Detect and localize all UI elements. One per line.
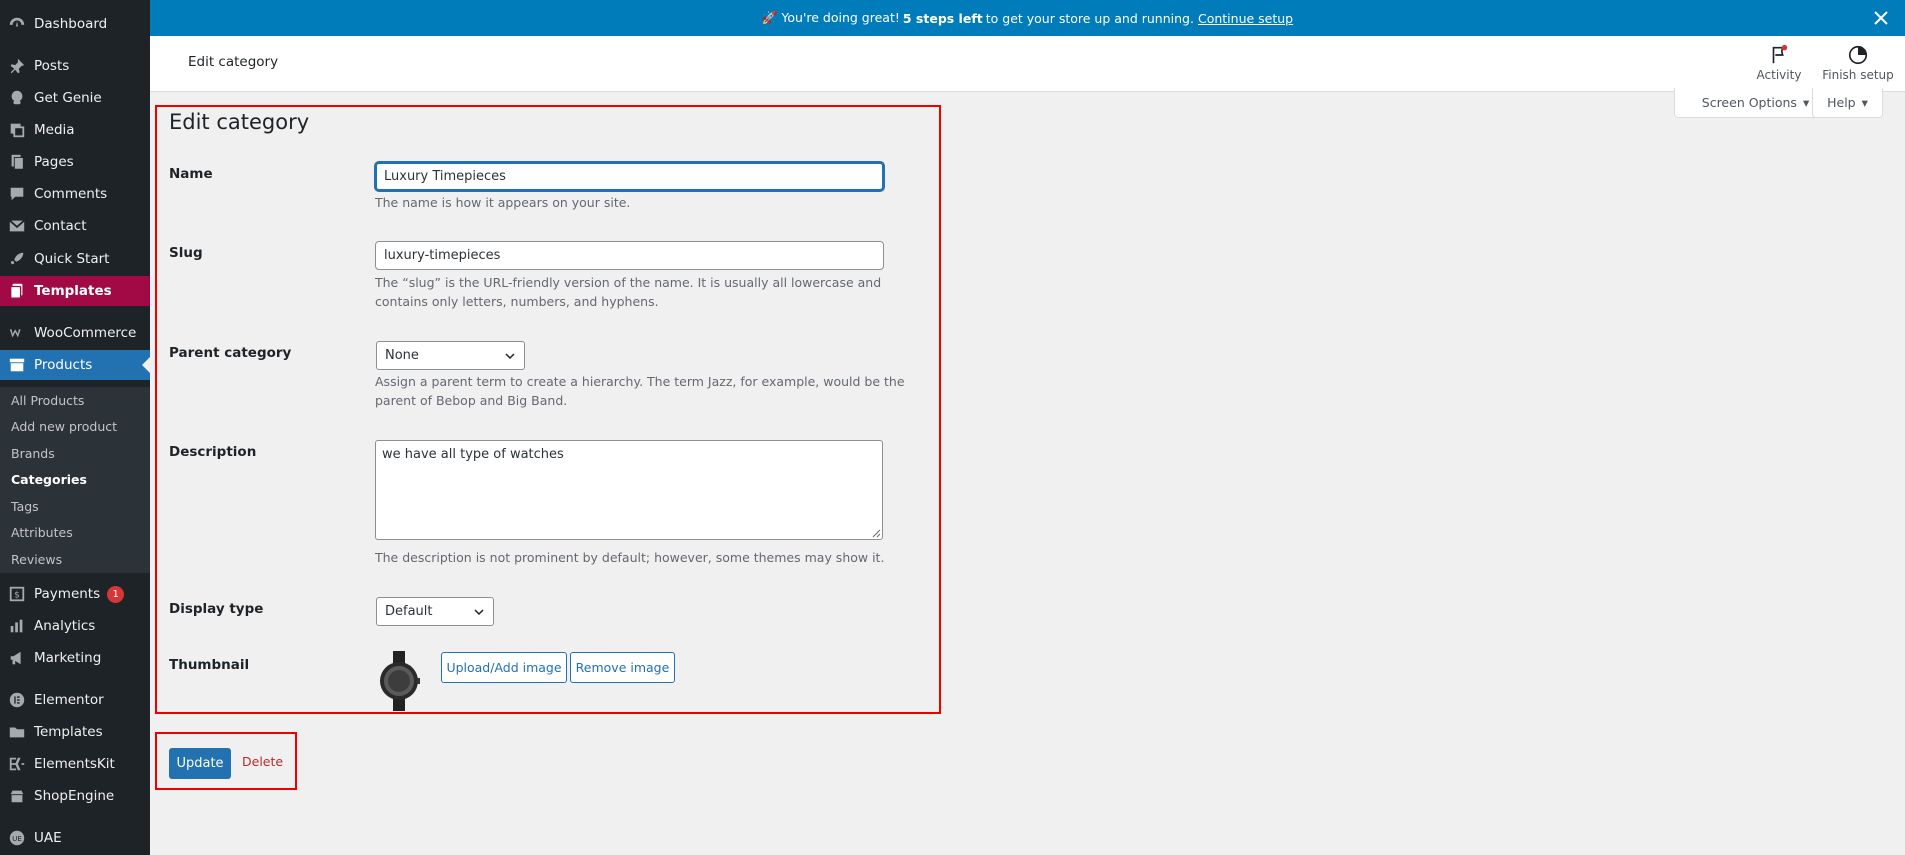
display-type-select[interactable]: Default [376,597,494,626]
page-header: Edit category Activity Finish setup [150,36,1905,92]
progress-circle-icon [1848,45,1868,65]
finish-setup-button[interactable]: Finish setup [1820,44,1896,82]
sidebar-item-analytics[interactable]: Analytics [0,611,150,641]
sidebar-item-products[interactable]: Products [0,350,150,380]
sidebar-item-posts[interactable]: Posts [0,51,150,81]
mail-icon [0,211,34,241]
close-icon[interactable] [1871,8,1891,28]
submenu-brands[interactable]: Brands [11,446,55,461]
templates-icon [0,276,34,306]
svg-text:UE: UE [12,834,22,843]
media-icon [0,115,34,145]
dashboard-icon [0,9,34,39]
sidebar-item-media[interactable]: Media [0,115,150,145]
sidebar-item-quick-start[interactable]: Quick Start [0,244,150,274]
folder-icon [0,717,34,747]
sidebar-item-dashboard[interactable]: Dashboard [0,9,150,39]
submenu-categories[interactable]: Categories [11,472,87,487]
woo-icon [0,318,34,348]
slug-description: The “slug” is the URL-friendly version o… [375,275,882,309]
upload-image-button[interactable]: Upload/Add image [441,652,567,683]
bar-chart-icon [0,611,34,641]
sidebar-item-woocommerce[interactable]: WooCommerce [0,318,150,348]
sidebar-item-marketing[interactable]: Marketing [0,643,150,673]
banner-text-bold: 5 steps left [902,10,983,26]
sidebar-item-payments[interactable]: $ Payments 1 [0,579,150,609]
submenu-reviews[interactable]: Reviews [11,552,62,567]
sidebar-item-templates-folder[interactable]: Templates [0,717,150,747]
help-button[interactable]: Help ▾ [1812,88,1883,118]
flag-icon [1772,44,1788,64]
elementor-icon [0,685,34,715]
parent-category-description: Assign a parent term to create a hierarc… [375,374,905,408]
submenu-attributes[interactable]: Attributes [11,525,73,540]
display-type-label: Display type [169,601,264,617]
uae-icon: UE [0,823,34,853]
submenu-tags[interactable]: Tags [11,499,39,514]
submenu-add-new-product[interactable]: Add new product [11,419,117,434]
activity-button[interactable]: Activity [1749,44,1809,82]
sidebar-item-pages[interactable]: Pages [0,147,150,177]
comment-icon [0,179,34,209]
banner-text-before: 🚀 You're doing great! [761,10,900,25]
sidebar-item-contact[interactable]: Contact [0,211,150,241]
thumbnail-image [378,651,420,711]
caret-down-icon: ▾ [1802,95,1810,110]
sidebar-item-templates[interactable]: Templates [0,276,150,306]
description-label: Description [169,444,257,460]
pin-icon [0,51,34,81]
pages-icon [0,147,34,177]
sidebar-item-shopengine[interactable]: ShopEngine [0,781,150,811]
sidebar-item-comments[interactable]: Comments [0,179,150,209]
name-label: Name [169,166,213,182]
archive-icon [0,350,34,380]
caret-down-icon: ▾ [1861,95,1868,110]
chevron-down-icon [474,608,484,615]
slug-field[interactable]: luxury-timepieces [375,241,884,270]
sidebar-item-elementskit[interactable]: ElementsKit [0,749,150,779]
products-submenu: All Products Add new product Brands Cate… [0,387,150,573]
rocket-icon [0,244,34,274]
submenu-all-products[interactable]: All Products [11,393,84,408]
genie-icon [0,83,34,113]
continue-setup-link[interactable]: Continue setup [1198,11,1293,26]
slug-label: Slug [169,245,203,261]
description-help: The description is not prominent by defa… [375,550,885,565]
name-description: The name is how it appears on your site. [375,195,631,210]
name-field[interactable]: Luxury Timepieces [375,162,884,191]
svg-text:$: $ [14,591,20,601]
admin-sidebar: Dashboard Posts Get Genie Media Pages Co… [0,0,150,855]
ekit-icon [0,749,34,779]
shop-icon [0,781,34,811]
header-title: Edit category [188,54,279,70]
remove-image-button[interactable]: Remove image [570,652,675,683]
parent-category-select[interactable]: None [376,341,525,370]
megaphone-icon [0,643,34,673]
thumbnail-label: Thumbnail [169,657,250,673]
page-title: Edit category [169,110,310,134]
chevron-down-icon [505,352,515,359]
payments-badge: 1 [107,585,125,603]
delete-link[interactable]: Delete [242,754,283,769]
sidebar-item-elementor[interactable]: Elementor [0,685,150,715]
banner-text-after: to get your store up and running. [985,10,1194,26]
sidebar-item-uae[interactable]: UE UAE [0,823,150,853]
dollar-icon: $ [0,579,34,609]
sidebar-item-get-genie[interactable]: Get Genie [0,83,150,113]
setup-banner: 🚀 You're doing great! 5 steps left to ge… [150,0,1905,36]
update-button[interactable]: Update [169,748,231,779]
description-textarea[interactable]: we have all type of watches [375,440,883,540]
parent-category-label: Parent category [169,345,292,361]
resize-grip-icon[interactable] [871,528,881,538]
